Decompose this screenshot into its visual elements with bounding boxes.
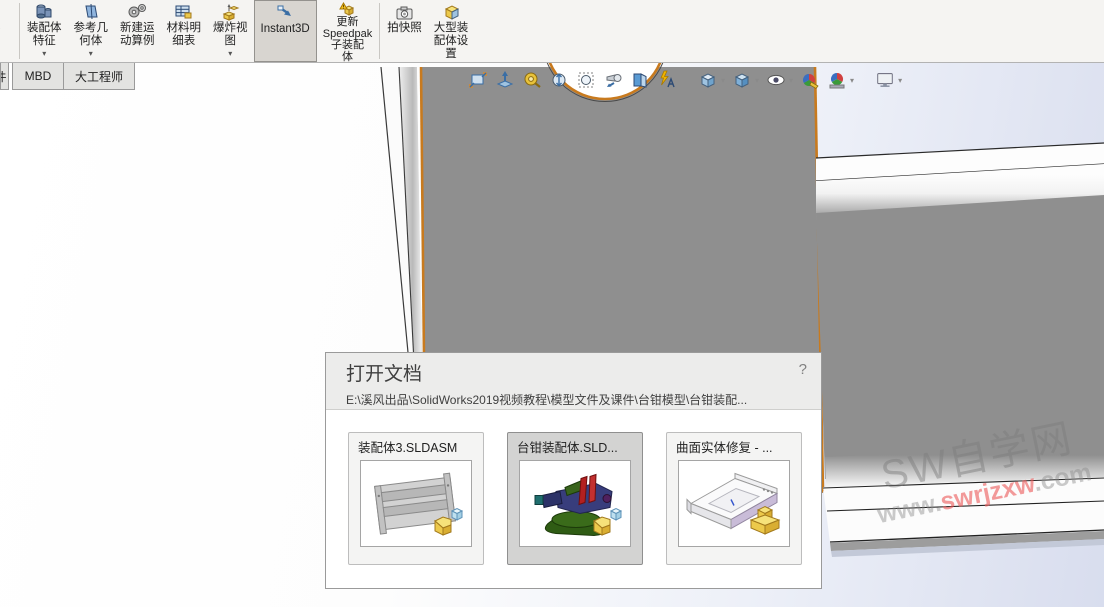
dropdown-arrow-icon[interactable]: ▾ <box>898 76 902 85</box>
assembly-file-icon <box>430 504 468 542</box>
large-assembly-settings-icon <box>442 2 461 21</box>
dynamic-annotation-views-icon[interactable] <box>657 70 677 90</box>
reference-geometry-icon <box>82 2 100 21</box>
display-style-icon[interactable] <box>732 70 752 90</box>
solidworks-window: 零 件 装配体 特征 ▾ 参考几 何体 ▾ 新建运 动算例 <box>0 0 1104 607</box>
bill-of-materials-button[interactable]: 材料明 细表 <box>161 0 208 62</box>
command-manager-toolbar: 零 件 装配体 特征 ▾ 参考几 何体 ▾ 新建运 动算例 <box>0 0 1104 63</box>
normal-to-icon[interactable] <box>495 70 515 90</box>
measure-icon[interactable] <box>522 70 542 90</box>
model-face-right <box>816 195 1104 479</box>
open-documents-dialog: 打开文档 E:\溪风出品\SolidWorks2019视频教程\模型文件及课件\… <box>325 352 822 589</box>
part-file-icon <box>746 501 786 542</box>
update-speedpak-icon <box>339 2 357 16</box>
help-icon[interactable]: ? <box>799 361 807 378</box>
move-component-button-partial[interactable]: 零 件 <box>0 0 18 62</box>
dropdown-arrow-icon[interactable]: ▾ <box>850 76 854 85</box>
snapshot-camera-icon <box>395 2 414 21</box>
dropdown-arrow-icon: ▾ <box>228 49 232 58</box>
magnified-selection-icon[interactable] <box>603 70 623 90</box>
update-speedpak-button[interactable]: 更新 Speedpak 子装配 体 <box>317 0 379 62</box>
command-manager-tabs: 件 MBD 大工程师 <box>0 63 135 90</box>
dialog-body: 装配体3.SLDASM <box>326 410 821 565</box>
edit-appearance-icon[interactable] <box>800 70 820 90</box>
new-motion-study-button[interactable]: 新建运 动算例 <box>114 0 161 62</box>
heads-up-view-toolbar: ▾ ▾ ▾ ▾ ▾ <box>468 68 902 92</box>
dialog-header: 打开文档 E:\溪风出品\SolidWorks2019视频教程\模型文件及课件\… <box>326 353 821 410</box>
instant3d-button[interactable]: Instant3D <box>254 0 317 62</box>
instant3d-icon <box>275 3 295 22</box>
apply-scene-icon[interactable] <box>827 70 847 90</box>
bom-icon <box>174 2 193 21</box>
document-card-surface-repair[interactable]: 曲面实体修复 - ... <box>666 432 802 565</box>
exploded-view-icon <box>221 2 240 21</box>
dropdown-arrow-icon: ▾ <box>42 49 46 58</box>
exploded-view-button[interactable]: 爆炸视 图 ▾ <box>207 0 254 62</box>
document-card-vise-assembly[interactable]: 台钳装配体.SLD... <box>507 432 643 565</box>
section-view-icon[interactable] <box>630 70 650 90</box>
zoom-to-fit-icon[interactable] <box>468 70 488 90</box>
tab-mbd[interactable]: MBD <box>12 63 64 90</box>
assembly-features-icon <box>35 2 53 21</box>
dialog-title: 打开文档 <box>346 359 821 386</box>
toolbar-separator <box>19 3 20 59</box>
document-thumbnail <box>519 460 631 547</box>
take-snapshot-button[interactable]: 拍快照 <box>381 0 428 62</box>
view-orientation-icon[interactable] <box>698 70 718 90</box>
assembly-file-icon <box>589 504 627 542</box>
hide-show-items-icon[interactable] <box>766 70 786 90</box>
dialog-path: E:\溪风出品\SolidWorks2019视频教程\模型文件及课件\台钳模型\… <box>346 391 821 408</box>
assembly-features-button[interactable]: 装配体 特征 ▾ <box>21 0 68 62</box>
document-card-assembly3[interactable]: 装配体3.SLDASM <box>348 432 484 565</box>
toolbar-separator <box>379 3 380 59</box>
motion-study-icon <box>127 2 147 21</box>
tab-solidworks-addins-partial[interactable]: 件 <box>0 63 9 90</box>
dropdown-arrow-icon: ▾ <box>89 49 93 58</box>
zoom-in-out-icon[interactable] <box>549 70 569 90</box>
dropdown-arrow-icon[interactable]: ▾ <box>755 76 759 85</box>
large-assembly-settings-button[interactable]: 大型装 配体设 置 <box>428 0 475 62</box>
tab-da-gong-cheng-shi[interactable]: 大工程师 <box>63 63 135 90</box>
view-settings-icon[interactable] <box>875 70 895 90</box>
document-thumbnail <box>360 460 472 547</box>
reference-geometry-button[interactable]: 参考几 何体 ▾ <box>68 0 115 62</box>
zoom-to-area-icon[interactable] <box>576 70 596 90</box>
dropdown-arrow-icon[interactable]: ▾ <box>789 76 793 85</box>
dropdown-arrow-icon[interactable]: ▾ <box>721 76 725 85</box>
document-thumbnail <box>678 460 790 547</box>
